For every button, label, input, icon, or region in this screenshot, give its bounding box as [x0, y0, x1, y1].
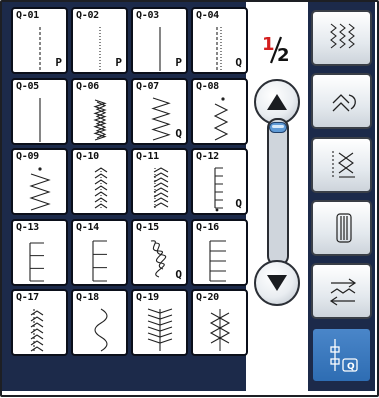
stitch-tile-q-17[interactable]: Q-17 [11, 289, 68, 356]
triangle-up-icon [267, 94, 287, 110]
page-indicator: 1 2 [260, 34, 300, 74]
stitch-tile-q-19[interactable]: Q-19 [131, 289, 188, 356]
svg-text:Q: Q [347, 362, 355, 372]
stitch-tile-q-18[interactable]: Q-18 [71, 289, 128, 356]
stitch-code: Q-17 [16, 292, 39, 303]
scroll-track[interactable] [267, 118, 289, 266]
stitch-code: Q-19 [136, 292, 159, 303]
stitch-tile-q-14[interactable]: Q-14 [71, 219, 128, 286]
stitch-code: Q-18 [76, 292, 99, 303]
stitch-tile-q-10[interactable]: Q-10 [71, 148, 128, 215]
stitch-code: Q-07 [136, 81, 159, 92]
category-button-quilting-stitch[interactable]: Q [311, 327, 372, 383]
triangle-down-icon [267, 275, 287, 291]
scroll-thumb[interactable] [269, 122, 297, 134]
stitch-tile-q-09[interactable]: Q-09 [11, 148, 68, 215]
stitch-code: Q-01 [16, 10, 39, 21]
utility-stitch-icon [330, 23, 355, 49]
category-button-buttonhole[interactable] [311, 200, 372, 256]
stitch-tile-q-16[interactable]: Q-16 [191, 219, 248, 286]
category-button-utility-stitch[interactable] [311, 10, 372, 66]
stitch-tile-q-06[interactable]: Q-06 [71, 78, 128, 145]
stitch-mark: Q [235, 197, 242, 210]
stitch-code: Q-03 [136, 10, 159, 21]
stitch-code: Q-05 [16, 81, 39, 92]
stitch-tile-q-07[interactable]: Q-07 Q [131, 78, 188, 145]
buttonhole-icon [336, 213, 352, 243]
stitch-code: Q-10 [76, 151, 99, 162]
stitch-mark: P [55, 56, 62, 69]
stitch-tile-q-15[interactable]: Q-15 Q [131, 219, 188, 286]
stitch-tile-q-04[interactable]: Q-04 Q [191, 7, 248, 74]
stitch-code: Q-14 [76, 222, 99, 233]
stitch-code: Q-20 [196, 292, 219, 303]
quilting-stitch-icon: Q [330, 339, 358, 372]
stitch-tile-q-01[interactable]: Q-01 P [11, 7, 68, 74]
stitch-tile-q-03[interactable]: Q-03 P [131, 7, 188, 74]
stitch-code: Q-06 [76, 81, 99, 92]
stitch-code: Q-12 [196, 151, 219, 162]
stitch-selection-screen: Q-01 P Q-02 P Q-03 P Q-04 Q Q-05 Q-06 Q-07 Q Q-08 Q-0… [0, 0, 379, 398]
stitch-code: Q-08 [196, 81, 219, 92]
stitch-mark: P [175, 56, 182, 69]
total-pages-number: 2 [277, 45, 290, 66]
stitch-tile-q-02[interactable]: Q-02 P [71, 7, 128, 74]
category-button-cross-stitch[interactable] [311, 137, 372, 193]
stitch-mark: Q [175, 268, 182, 281]
decorative-stitch-icon [332, 94, 356, 112]
stitch-tile-q-12[interactable]: Q-12 Q [191, 148, 248, 215]
category-button-decorative-stitch[interactable] [311, 73, 372, 129]
stitch-mark: P [115, 56, 122, 69]
stitch-code: Q-02 [76, 10, 99, 21]
stitch-code: Q-16 [196, 222, 219, 233]
stitch-mark: Q [175, 127, 182, 140]
stitch-tile-q-08[interactable]: Q-08 [191, 78, 248, 145]
stitch-tile-q-05[interactable]: Q-05 [11, 78, 68, 145]
category-button-satin-stitch[interactable] [311, 263, 372, 319]
scroll-down-button[interactable] [254, 260, 300, 306]
stitch-code: Q-04 [196, 10, 219, 21]
stitch-tile-q-13[interactable]: Q-13 [11, 219, 68, 286]
stitch-code: Q-11 [136, 151, 159, 162]
satin-stitch-icon [329, 278, 357, 306]
stitch-tile-q-11[interactable]: Q-11 [131, 148, 188, 215]
stitch-tile-q-20[interactable]: Q-20 [191, 289, 248, 356]
stitch-code: Q-09 [16, 151, 39, 162]
cross-stitch-icon [332, 151, 355, 179]
stitch-code: Q-15 [136, 222, 159, 233]
stitch-mark: Q [235, 56, 242, 69]
stitch-code: Q-13 [16, 222, 39, 233]
